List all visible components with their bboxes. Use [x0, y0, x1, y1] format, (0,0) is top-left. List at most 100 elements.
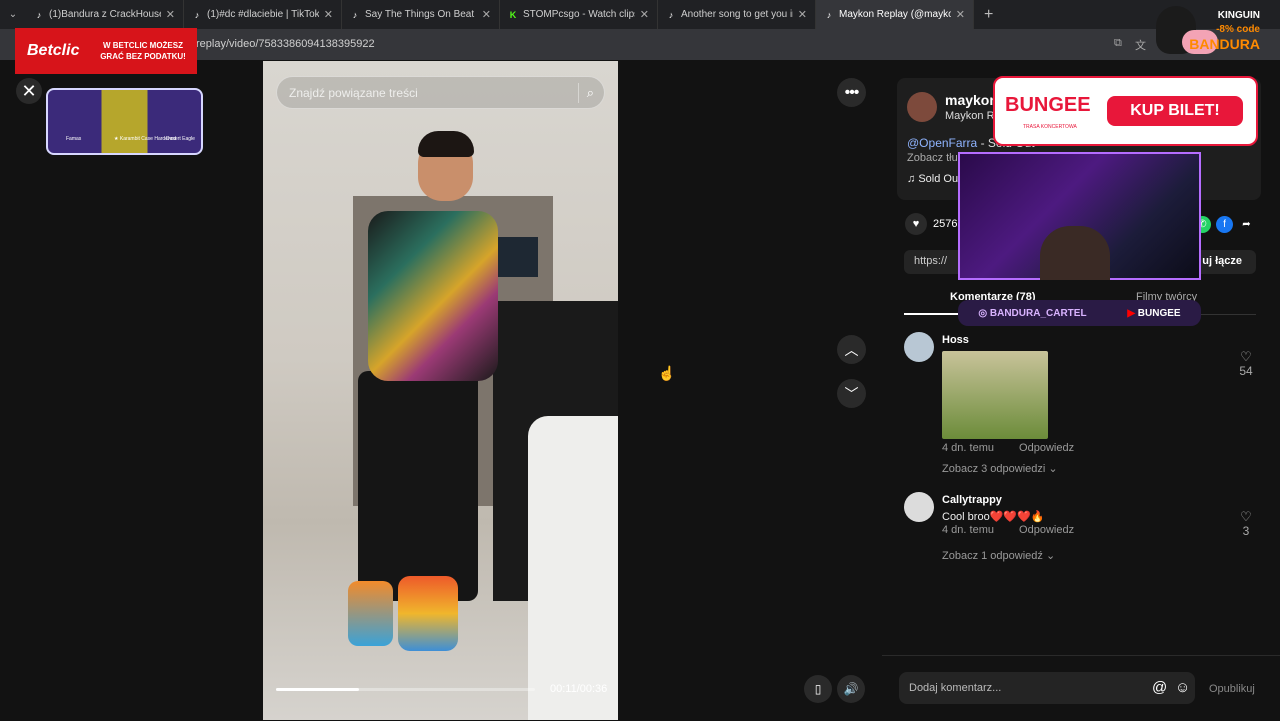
bungee-ad[interactable]: BUNGEE TRASA KONCERTOWA KUP BILET! [993, 76, 1258, 146]
video-player[interactable] [263, 61, 618, 720]
browser-tab[interactable]: ♪ Another song to get you into th ✕ [658, 0, 816, 29]
kinguin-logo: KINGUIN [1217, 10, 1260, 21]
like-count: 2576 [933, 218, 958, 230]
comment-username[interactable]: Hoss [942, 334, 969, 346]
kinguin-ad: KINGUIN -8% code BANDURA [1152, 2, 1272, 56]
video-scene [498, 237, 538, 277]
video-time: 00:11/00:36 [550, 683, 608, 695]
browser-tab[interactable]: ♪ (1)Bandura z CrackHouse w drc ✕ [26, 0, 184, 29]
bungee-logo: BUNGEE [1005, 94, 1091, 116]
comment-username[interactable]: Callytrappy [942, 494, 1002, 506]
comment-meta: 4 dn. temu Odpowiedz [942, 442, 1096, 454]
video-scene [348, 581, 393, 646]
cast-icon[interactable]: ⧉ [1114, 37, 1128, 51]
see-translation-link[interactable]: Zobacz tłu [907, 152, 958, 164]
video-scene [368, 211, 498, 381]
instagram-name: BANDURA_CARTEL [989, 307, 1087, 319]
close-icon[interactable]: ✕ [482, 8, 491, 21]
tiktok-icon: ♪ [826, 9, 832, 20]
comment-date: 4 dn. temu [942, 442, 994, 454]
volume-button[interactable]: 🔊 [837, 675, 865, 703]
tab-search-button[interactable]: ⌄ [0, 0, 26, 29]
floating-player-button[interactable]: ▯ [804, 675, 832, 703]
video-progress-bar[interactable] [276, 688, 535, 691]
youtube-handle: ▶ BUNGEE [1127, 308, 1180, 319]
browser-tab[interactable]: ♪ (1)#dc #dlaciebie | TikTok ✕ [184, 0, 342, 29]
view-replies-button[interactable]: Zobacz 3 odpowiedzi ⌄ [942, 462, 1058, 475]
new-tab-button[interactable]: + [984, 6, 993, 24]
heart-outline-icon[interactable]: ♡ [1232, 350, 1260, 364]
close-icon[interactable]: ✕ [798, 8, 807, 21]
youtube-icon: ▶ [1127, 307, 1138, 319]
browser-tab[interactable]: K STOMPcsgo - Watch clips on Ki ✕ [500, 0, 658, 29]
close-video-button[interactable]: ✕ [16, 78, 42, 104]
tab-title: (1)#dc #dlaciebie | TikTok [207, 9, 319, 20]
more-options-button[interactable]: ••• [837, 78, 866, 107]
url-text[interactable]: replay/video/7583386094138395922 [196, 38, 375, 50]
browser-tab[interactable]: ♪ Say The Things On Beat Challen ✕ [342, 0, 500, 29]
case-skin-label: Desert Eagle [166, 136, 195, 142]
close-icon[interactable]: ✕ [166, 8, 175, 21]
chevron-down-icon: ⌄ [1045, 550, 1056, 562]
view-replies-label: Zobacz 3 odpowiedzi [942, 463, 1046, 475]
reply-button[interactable]: Odpowiedz [1019, 442, 1074, 454]
heart-icon[interactable]: ♥ [905, 213, 927, 235]
comment-like[interactable]: ♡ 3 [1232, 510, 1260, 539]
like-group[interactable]: ♥ 2576 [905, 213, 957, 235]
betclic-ad-text: W BETCLIC MOŻESZ GRAĆ BEZ PODATKU! [100, 41, 186, 61]
comment-like-count: 54 [1239, 364, 1253, 378]
comment-gif-image [942, 351, 1048, 439]
betclic-ad[interactable]: Betclic W BETCLIC MOŻESZ GRAĆ BEZ PODATK… [15, 28, 197, 74]
copy-link-button[interactable]: uj łącze [1202, 255, 1242, 267]
comment-like-count: 3 [1242, 524, 1250, 538]
close-icon[interactable]: ✕ [956, 8, 965, 21]
avatar[interactable] [907, 92, 937, 122]
emoji-icon[interactable]: ☺ [1175, 679, 1190, 696]
streamer-webcam-overlay [958, 152, 1201, 280]
video-scene [358, 371, 478, 601]
mouse-cursor-icon: ☝ [658, 365, 676, 381]
related-search-box[interactable]: ⌕ [276, 76, 605, 109]
betclic-logo: Betclic [27, 42, 80, 59]
tiktok-icon: ♪ [36, 9, 42, 20]
comment-input-bar: Dodaj komentarz... @ ☺ Opublikuj [882, 655, 1280, 721]
comment-date: 4 dn. temu [942, 524, 994, 536]
related-search-input[interactable] [287, 84, 570, 101]
instagram-handle: ◎ BANDURA_CARTEL [978, 308, 1086, 319]
previous-video-button[interactable]: ︿ [837, 335, 866, 364]
reply-button[interactable]: Odpowiedz [1019, 524, 1074, 536]
buy-ticket-button[interactable]: KUP BILET! [1107, 96, 1243, 126]
search-icon[interactable]: ⌕ [587, 85, 594, 101]
bungee-subtitle: TRASA KONCERTOWA [1023, 124, 1077, 130]
mention-icon[interactable]: @ [1152, 679, 1167, 696]
video-progress-fill [276, 688, 359, 691]
divider [577, 82, 579, 103]
close-icon[interactable]: ✕ [324, 8, 333, 21]
music-title: Sold Ou [918, 173, 959, 185]
publish-button[interactable]: Opublikuj [1209, 683, 1255, 695]
comment-like[interactable]: ♡ 54 [1232, 350, 1260, 379]
comment-text: Cool broo❤️❤️❤️🔥 [942, 511, 1045, 523]
tiktok-icon: ♪ [352, 9, 358, 20]
tab-title: STOMPcsgo - Watch clips on Ki [523, 9, 635, 20]
browser-tab-active[interactable]: ♪ Maykon Replay (@maykon ✕ [816, 0, 974, 29]
video-link: https:// [914, 255, 948, 267]
mention-link[interactable]: @OpenFarra [907, 136, 977, 150]
creator-username[interactable]: maykon [945, 92, 998, 108]
view-replies-button[interactable]: Zobacz 1 odpowiedź ⌄ [942, 549, 1055, 562]
heart-outline-icon[interactable]: ♡ [1232, 510, 1260, 524]
case-opening-overlay: Famas ★ Karambit Case Hardened Desert Ea… [46, 88, 203, 155]
close-icon[interactable]: ✕ [640, 8, 649, 21]
facebook-icon[interactable]: f [1216, 216, 1233, 233]
share-arrow-icon[interactable]: ➦ [1238, 216, 1255, 233]
avatar[interactable] [904, 492, 934, 522]
comment-input[interactable]: Dodaj komentarz... @ ☺ [899, 672, 1195, 704]
translate-icon[interactable]: 文 [1135, 37, 1149, 52]
avatar[interactable] [904, 332, 934, 362]
instagram-icon: ◎ [978, 307, 990, 319]
music-info[interactable]: ♫ Sold Ou [907, 173, 958, 185]
kinguin-discount: -8% code [1216, 24, 1260, 35]
streamer-socials-bar: ◎ BANDURA_CARTEL ▶ BUNGEE [958, 300, 1201, 326]
next-video-button[interactable]: ﹀ [837, 379, 866, 408]
kick-icon: K [509, 9, 517, 20]
